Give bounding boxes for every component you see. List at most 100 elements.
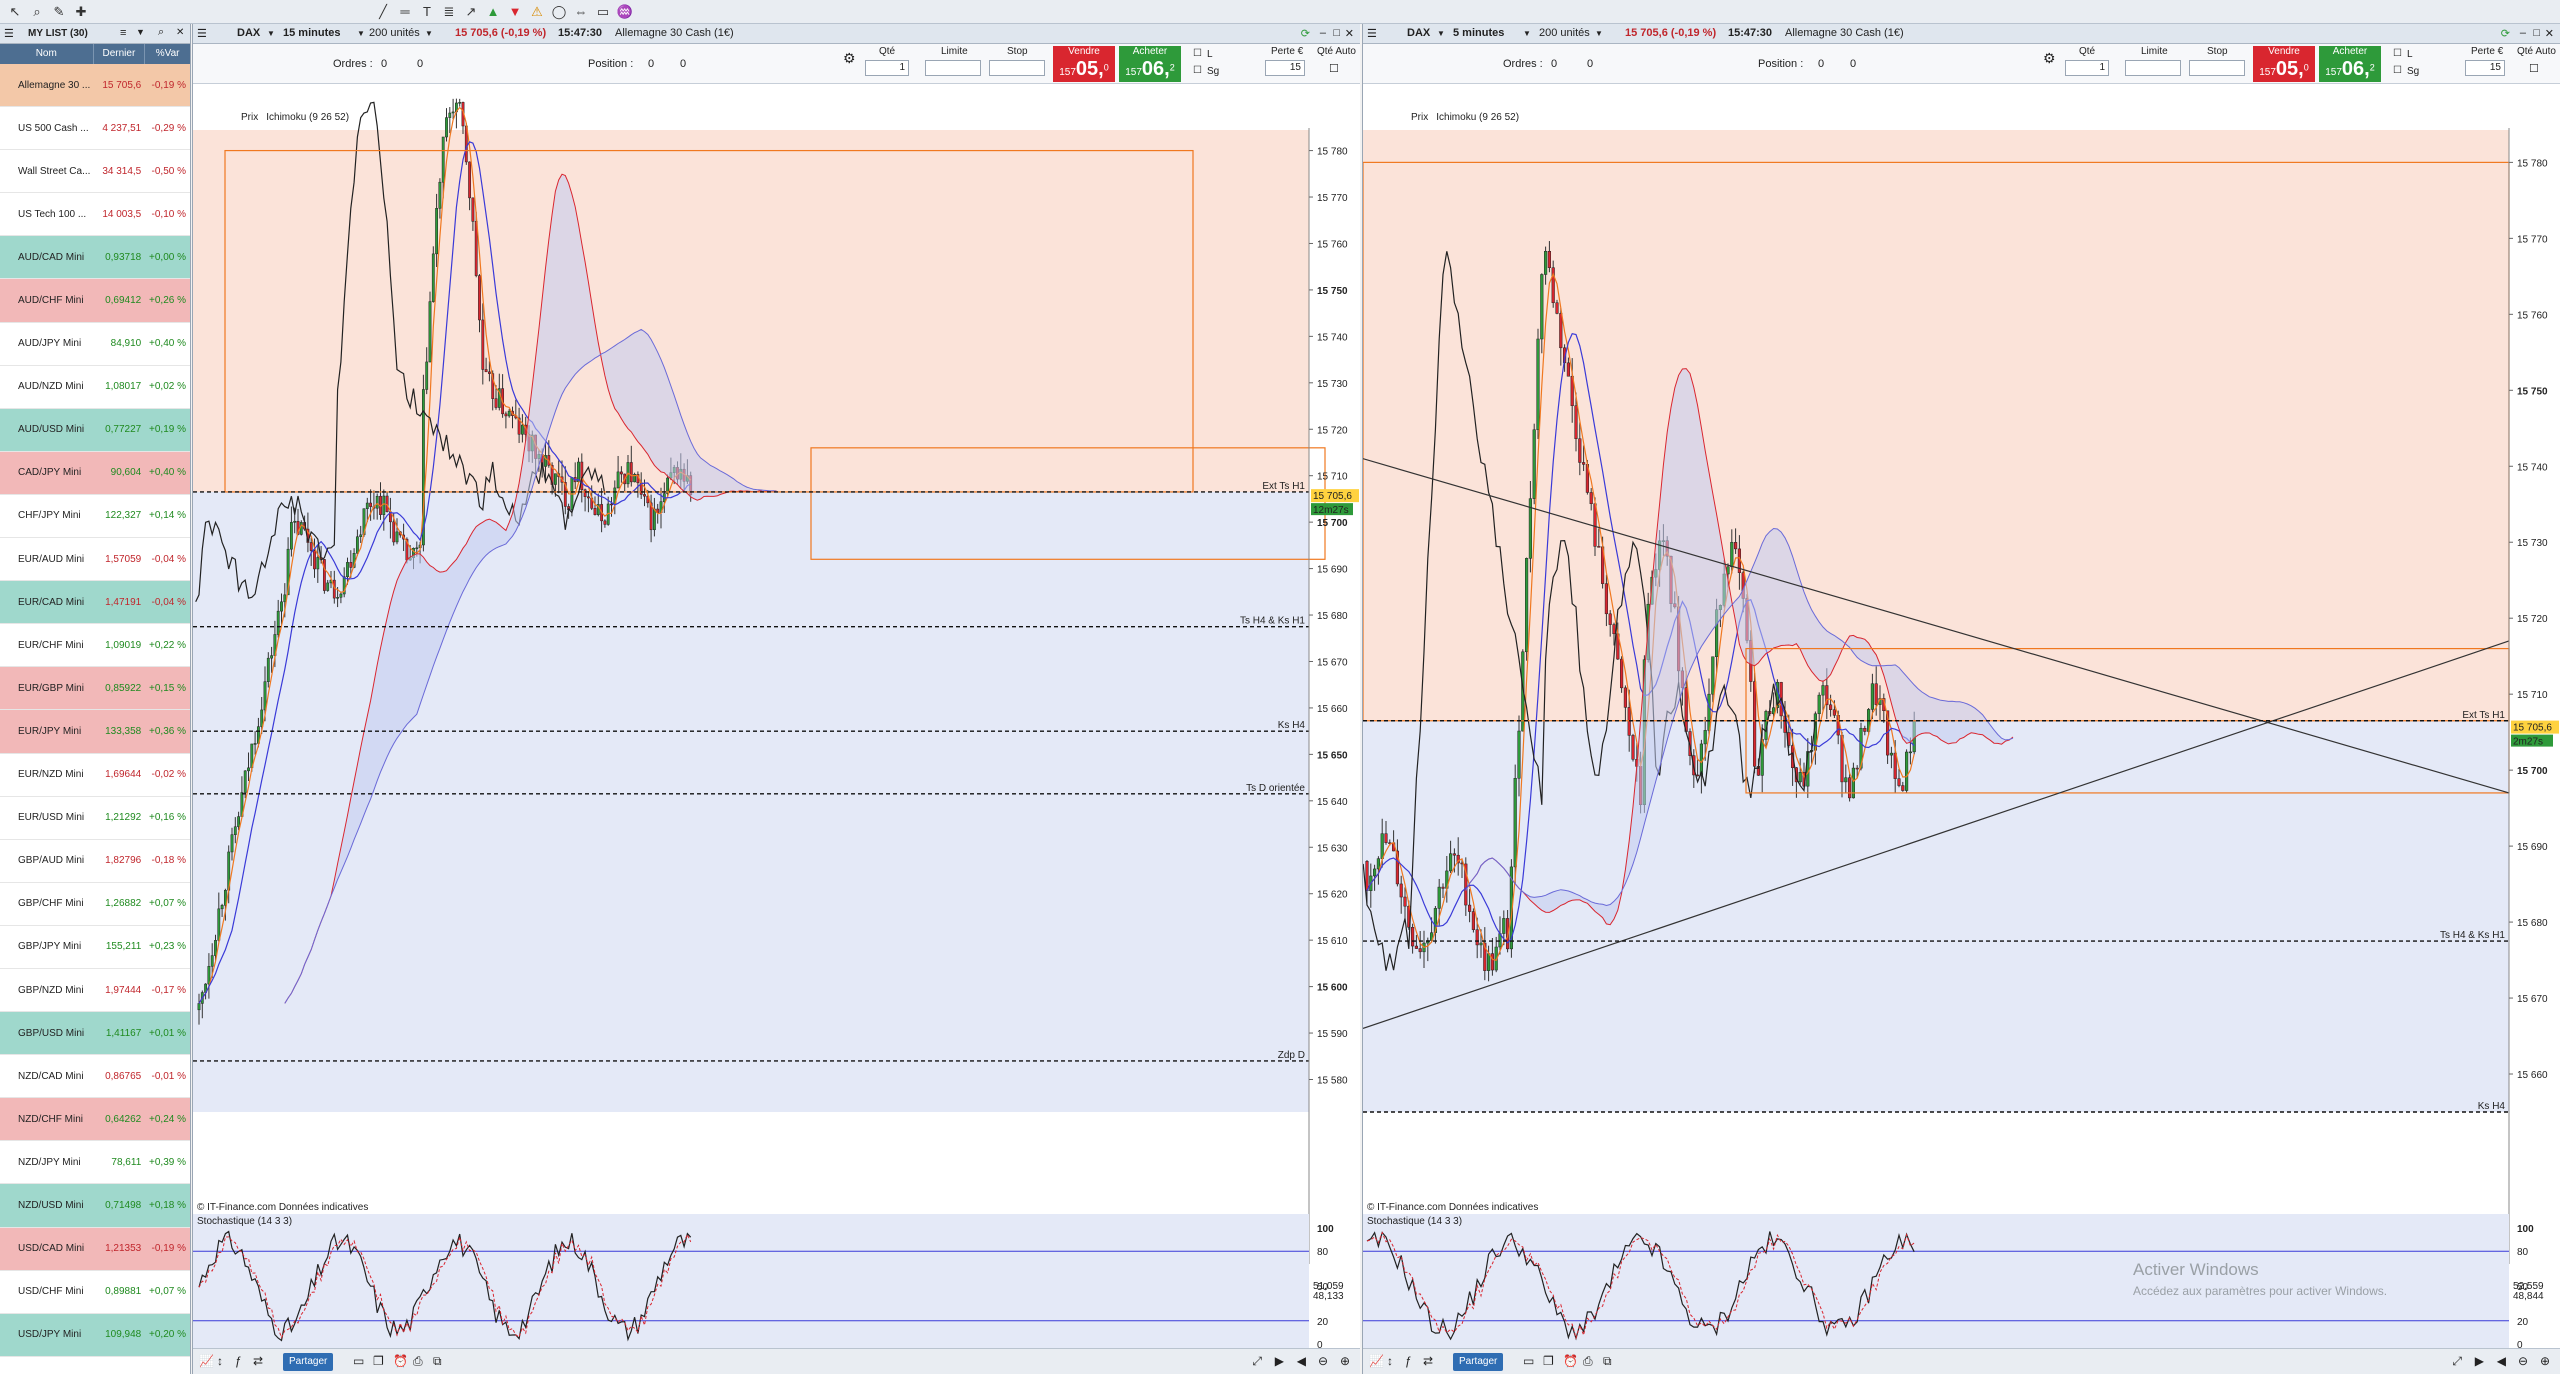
close-icon[interactable]: ✕ [1345,27,1354,40]
watchlist-row[interactable]: GBP/NZD Mini 1,97444 -0,17 % [0,968,190,1013]
duplicate-icon[interactable]: ⧉ [1603,1354,1612,1369]
fib-icon[interactable]: ≣ [440,3,458,21]
sell-button[interactable]: Vendre 15705,0 [2253,46,2315,82]
zoom-icon[interactable]: ⌕ [28,3,46,21]
perte-input[interactable]: 15 [2465,60,2505,76]
settings-icon[interactable]: ☰ [1367,27,1377,40]
window-icon[interactable]: ▭ [353,1354,364,1368]
cross-icon[interactable]: ✚ [72,3,90,21]
timeframe-select[interactable]: 15 minutes [283,27,340,39]
watchlist-row[interactable]: USD/CAD Mini 1,21353 -0,19 % [0,1227,190,1271]
minimize-icon[interactable]: – [2520,27,2526,39]
settings-icon[interactable]: ☰ [197,27,207,40]
trend-line[interactable] [1363,458,2510,794]
close-icon[interactable]: ✕ [176,27,184,38]
price-chart[interactable]: Ext Ts H1 Ts H4 & Ks H1 Ks H4 15 780 15 770 1… [1363,24,2560,1374]
chevron-down-icon[interactable]: ▼ [1523,29,1531,38]
trend-line[interactable] [1363,640,2510,1030]
fit-icon[interactable]: ⤢ [1252,1354,1262,1369]
window-icon[interactable]: ▭ [1523,1354,1534,1368]
indicator-icon[interactable]: ƒ [1405,1354,1412,1368]
zoom-in-icon[interactable]: ⊕ [2540,1354,2550,1368]
watchlist-row[interactable]: NZD/CHF Mini 0,64262 +0,24 % [0,1098,190,1142]
pencil-icon[interactable]: ✎ [50,3,68,21]
compare-icon[interactable]: ⇄ [1423,1354,1433,1368]
print-icon[interactable]: ⎙ [413,1354,423,1369]
sg-checkbox[interactable]: ☐ [1193,65,1202,76]
indicator-icon[interactable]: ƒ [235,1354,242,1368]
chart-type-icon[interactable]: 📈 [1369,1354,1384,1368]
pointer-icon[interactable]: ↕ [217,1354,223,1368]
ellipse-icon[interactable]: ◯ [550,3,568,21]
alert-icon[interactable]: ⚠ [528,3,546,21]
chevron-down-icon[interactable]: ▼ [136,27,145,37]
zone-rectangle[interactable] [810,447,1326,560]
column-last[interactable]: Dernier [94,44,146,64]
chevron-down-icon[interactable]: ▼ [267,29,275,38]
scroll-left-icon[interactable]: ◀ [1297,1354,1306,1368]
chevron-down-icon[interactable]: ▼ [1595,29,1603,38]
menu-icon[interactable]: ≡ [120,27,126,39]
measure-icon[interactable]: ⇔ [572,3,590,21]
watchlist-row[interactable]: USD/JPY Mini 109,948 +0,20 % [0,1313,190,1357]
zone-rectangle[interactable] [1745,647,2510,794]
watchlist-row[interactable]: NZD/JPY Mini 78,611 +0,39 % [0,1141,190,1185]
hline-icon[interactable]: ═ [396,3,414,21]
pointer-icon[interactable]: ↕ [1387,1354,1393,1368]
watchlist-row[interactable]: USD/CHF Mini 0,89881 +0,07 % [0,1270,190,1314]
price-chart[interactable]: Ext Ts H1 Ts H4 & Ks H1 Ks H4 Ts D orientée… [193,24,1361,1374]
units-select[interactable]: 200 unités [1539,27,1590,39]
fit-icon[interactable]: ⤢ [2452,1354,2462,1369]
list-icon[interactable]: ☰ [4,27,14,40]
scroll-left-icon[interactable]: ◀ [2497,1354,2506,1368]
search-icon[interactable]: ⌕ [158,26,164,39]
watchlist-row[interactable]: US 500 Cash ... 4 237,51 -0,29 % [0,107,190,151]
order-settings-icon[interactable]: ⚙ [843,50,856,67]
zoom-out-icon[interactable]: ⊖ [1318,1354,1328,1368]
refresh-icon[interactable]: ⟳ [2501,27,2510,40]
watchlist-row[interactable]: AUD/CAD Mini 0,93718 +0,00 % [0,236,190,280]
instrument-select[interactable]: DAX [237,27,260,39]
qty-input[interactable]: 1 [2065,60,2109,76]
watchlist-row[interactable]: US Tech 100 ... 14 003,5 -0,10 % [0,193,190,237]
limit-input[interactable] [925,60,981,76]
refresh-icon[interactable]: ⟳ [1301,27,1310,40]
watchlist-row[interactable]: AUD/USD Mini 0,77227 +0,19 % [0,408,190,452]
minimize-icon[interactable]: – [1320,27,1326,39]
legend-ichimoku[interactable]: Ichimoku (9 26 52) [1436,112,1519,123]
watchlist-row[interactable]: GBP/JPY Mini 155,211 +0,23 % [0,925,190,969]
column-change[interactable]: %Var [145,44,190,64]
legend-ichimoku[interactable]: Ichimoku (9 26 52) [266,112,349,123]
watchlist-row[interactable]: EUR/NZD Mini 1,69644 -0,02 % [0,753,190,797]
order-settings-icon[interactable]: ⚙ [2043,50,2056,67]
sg-checkbox[interactable]: ☐ [2393,65,2402,76]
sell-button[interactable]: Vendre 15705,0 [1053,46,1115,82]
watchlist-row[interactable]: GBP/USD Mini 1,41167 +0,01 % [0,1012,190,1056]
zone-rectangle[interactable] [224,149,1194,493]
maximize-icon[interactable]: □ [2533,27,2540,39]
l-checkbox[interactable]: ☐ [1193,48,1202,59]
watchlist-row[interactable]: GBP/CHF Mini 1,26882 +0,07 % [0,882,190,926]
column-name[interactable]: Nom [0,44,94,64]
maximize-icon[interactable]: □ [1333,27,1340,39]
watchlist-row[interactable]: CHF/JPY Mini 122,327 +0,14 % [0,494,190,539]
watchlist-row[interactable]: EUR/USD Mini 1,21292 +0,16 % [0,796,190,840]
duplicate-icon[interactable]: ⧉ [433,1354,442,1369]
watchlist-row[interactable]: AUD/JPY Mini 84,910 +0,40 % [0,322,190,366]
qte-auto-checkbox[interactable]: ☐ [1329,62,1339,75]
buy-button[interactable]: Acheter 15706,2 [2319,46,2381,82]
watchlist-row[interactable]: Allemagne 30 ... 15 705,6 -0,19 % [0,64,190,108]
qte-auto-checkbox[interactable]: ☐ [2529,62,2539,75]
share-button[interactable]: Partager [1453,1353,1504,1371]
zoom-out-icon[interactable]: ⊖ [2518,1354,2528,1368]
legend-price[interactable]: Prix [241,112,258,123]
chevron-down-icon[interactable]: ▼ [1437,29,1445,38]
chart-type-icon[interactable]: 📈 [199,1354,214,1368]
alarm-icon[interactable]: ⏰ [393,1354,408,1368]
print-icon[interactable]: ⎙ [1583,1354,1593,1369]
up-arrow-icon[interactable]: ▲ [484,3,502,21]
scroll-right-icon[interactable]: ▶ [1275,1354,1284,1368]
watchlist-row[interactable]: CAD/JPY Mini 90,604 +0,40 % [0,451,190,495]
down-arrow-icon[interactable]: ▼ [506,3,524,21]
buy-button[interactable]: Acheter 15706,2 [1119,46,1181,82]
